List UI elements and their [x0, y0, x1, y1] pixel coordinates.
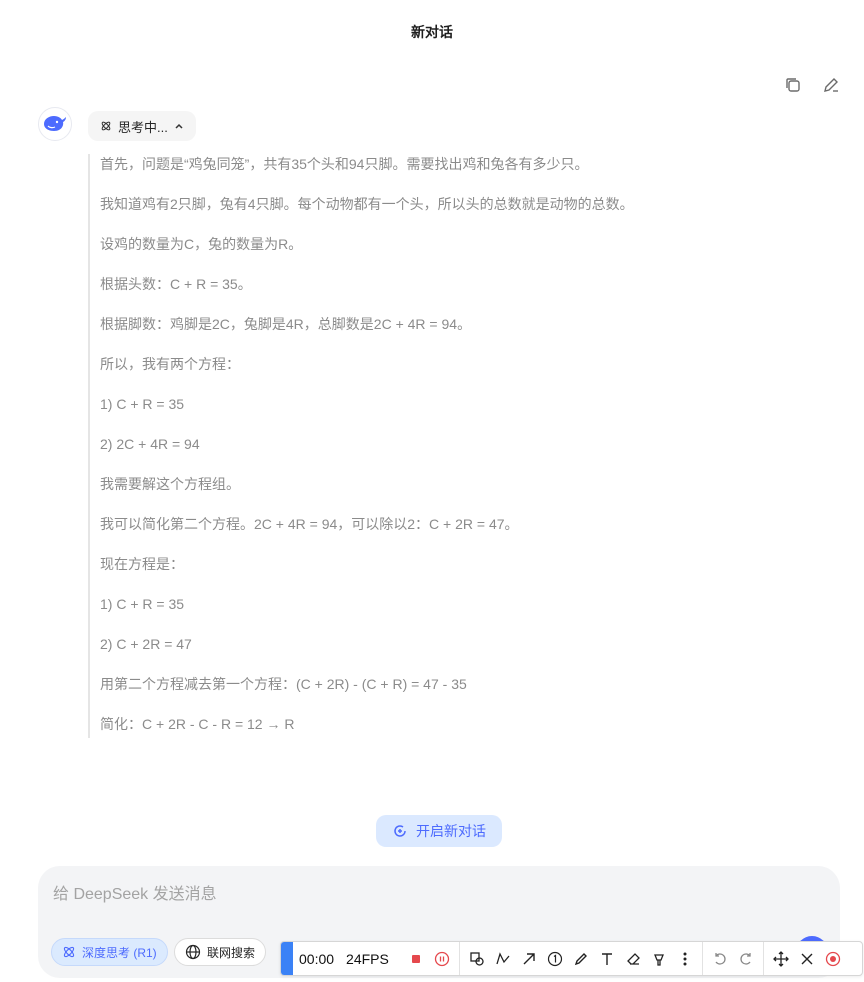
thinking-line: 简化：C + 2R - C - R = 12 → R — [100, 716, 295, 732]
page-title: 新对话 — [411, 24, 453, 40]
new-chat-label: 开启新对话 — [416, 823, 486, 839]
polyline-icon[interactable] — [490, 942, 516, 975]
thinking-line: 现在方程是： — [100, 556, 184, 572]
close-icon[interactable] — [794, 942, 820, 975]
pen-icon[interactable] — [568, 942, 594, 975]
highlighter-icon[interactable] — [646, 942, 672, 975]
thinking-line: 2) 2C + 4R = 94 — [100, 436, 200, 452]
thinking-line: 首先，问题是“鸡兔同笼”，共有35个头和94只脚。需要找出鸡和兔各有多少只。 — [100, 156, 589, 172]
recorder-time: 00:00 — [299, 950, 335, 967]
recorder-drag-handle[interactable] — [281, 942, 293, 975]
chevron-up-icon — [175, 123, 183, 129]
more-options-icon[interactable] — [672, 942, 698, 975]
arrow-icon[interactable] — [516, 942, 542, 975]
atom-icon — [101, 121, 111, 131]
thinking-toggle[interactable]: 思考中... — [88, 111, 196, 141]
redo-icon[interactable] — [733, 942, 759, 975]
eraser-icon[interactable] — [620, 942, 646, 975]
thinking-line: 1) C + R = 35 — [100, 396, 185, 412]
move-icon[interactable] — [768, 942, 794, 975]
thinking-line: 根据头数：C + R = 35。 — [100, 276, 252, 292]
top-actions — [782, 74, 842, 96]
thinking-content: 首先，问题是“鸡兔同笼”，共有35个头和94只脚。需要找出鸡和兔各有多少只。 我… — [88, 154, 728, 738]
undo-icon[interactable] — [707, 942, 733, 975]
globe-icon — [185, 944, 201, 960]
deep-think-label: 深度思考 (R1) — [82, 945, 157, 960]
edit-icon[interactable] — [820, 74, 842, 96]
thinking-line: 2) C + 2R = 47 — [100, 636, 192, 652]
thinking-line: 根据脚数：鸡脚是2C，兔脚是4R，总脚数是2C + 4R = 94。 — [100, 316, 472, 332]
text-tool-icon[interactable] — [594, 942, 620, 975]
stop-record-icon[interactable] — [403, 942, 429, 975]
whale-logo-icon — [44, 116, 66, 131]
thinking-label: 思考中... — [118, 119, 168, 135]
shape-icon[interactable] — [464, 942, 490, 975]
recorder-fps: 24FPS — [346, 950, 389, 967]
thinking-line: 设鸡的数量为C，兔的数量为R。 — [100, 236, 303, 252]
thinking-line: 1) C + R = 35 — [100, 596, 185, 612]
number-marker-icon[interactable] — [542, 942, 568, 975]
new-chat-icon — [394, 825, 406, 837]
new-chat-button[interactable]: 开启新对话 — [376, 815, 502, 847]
web-search-label: 联网搜索 — [207, 945, 256, 960]
copy-icon[interactable] — [782, 74, 804, 96]
thinking-line: 用第二个方程减去第一个方程：(C + 2R) - (C + R) = 47 - … — [100, 676, 467, 692]
pause-icon[interactable] — [429, 942, 455, 975]
thinking-line: 我可以简化第二个方程。2C + 4R = 94，可以除以2：C + 2R = 4… — [100, 516, 519, 532]
screen-recorder-toolbar: 00:00 24FPS — [280, 941, 863, 976]
thinking-line: 我知道鸡有2只脚，兔有4只脚。每个动物都有一个头，所以头的总数就是动物的总数。 — [100, 196, 634, 212]
thinking-line: 我需要解这个方程组。 — [100, 476, 240, 492]
deepseek-avatar — [38, 107, 72, 141]
thinking-line: 所以，我有两个方程： — [100, 356, 240, 372]
web-search-toggle[interactable]: 联网搜索 — [174, 938, 267, 966]
atom-icon — [63, 946, 75, 958]
message-input[interactable]: 给 DeepSeek 发送消息 — [53, 880, 217, 904]
deep-think-toggle[interactable]: 深度思考 (R1) — [51, 938, 168, 966]
record-icon[interactable] — [820, 942, 846, 975]
